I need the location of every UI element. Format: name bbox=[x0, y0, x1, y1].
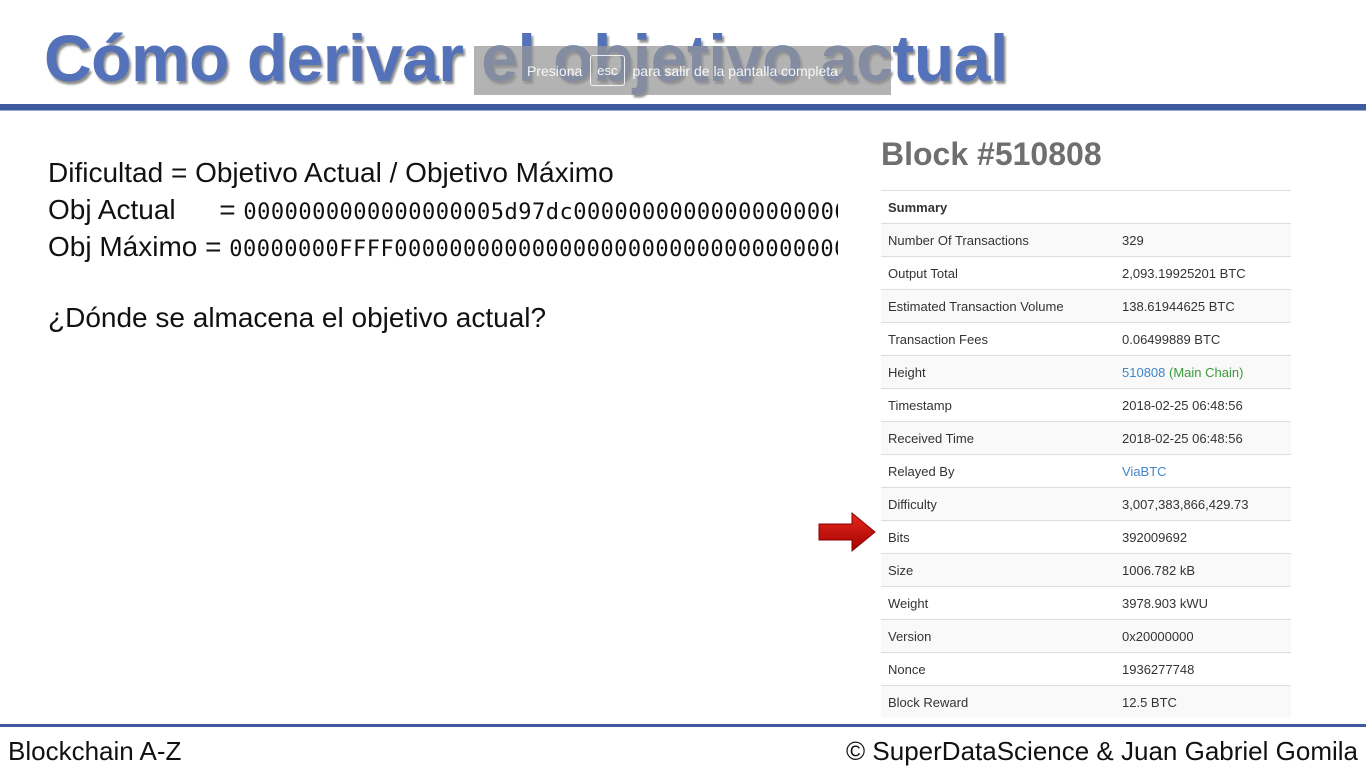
summary-header: Summary bbox=[881, 190, 1291, 224]
fullscreen-notice-after: para salir de la pantalla completa bbox=[632, 62, 838, 79]
row-label: Received Time bbox=[881, 421, 1115, 455]
formula-block: Dificultad = Objetivo Actual / Objetivo … bbox=[48, 154, 838, 265]
title-divider bbox=[0, 104, 1366, 111]
row-value: 138.61944625 BTC bbox=[1115, 289, 1291, 323]
max-target-label: Obj Máximo bbox=[48, 231, 198, 262]
row-value: 392009692 bbox=[1115, 520, 1291, 554]
row-label: Output Total bbox=[881, 256, 1115, 290]
row-label: Nonce bbox=[881, 652, 1115, 686]
max-target-value: 00000000FFFF0000000000000000000000000000… bbox=[229, 237, 838, 262]
table-row: Received Time 2018-02-25 06:48:56 bbox=[881, 421, 1291, 455]
main-chain-label: (Main Chain) bbox=[1169, 364, 1244, 380]
row-value: 2,093.19925201 BTC bbox=[1115, 256, 1291, 290]
row-value: 1006.782 kB bbox=[1115, 553, 1291, 587]
block-title: Block #510808 bbox=[881, 136, 1102, 172]
row-value: 329 bbox=[1115, 223, 1291, 257]
row-value: 0x20000000 bbox=[1115, 619, 1291, 653]
row-label: Timestamp bbox=[881, 388, 1115, 422]
row-label: Version bbox=[881, 619, 1115, 653]
block-summary-table: Summary Number Of Transactions 329 Output… bbox=[881, 190, 1291, 718]
max-target-line: Obj Máximo = 00000000FFFF000000000000000… bbox=[48, 228, 838, 265]
table-row: Weight 3978.903 kWU bbox=[881, 586, 1291, 620]
table-row: Number Of Transactions 329 bbox=[881, 223, 1291, 257]
row-label: Transaction Fees bbox=[881, 322, 1115, 356]
table-row: Height 510808 (Main Chain) bbox=[881, 355, 1291, 389]
table-row: Nonce 1936277748 bbox=[881, 652, 1291, 686]
table-row: Estimated Transaction Volume 138.61944625… bbox=[881, 289, 1291, 323]
current-target-value: 0000000000000000005d97dc0000000000000000… bbox=[243, 200, 838, 225]
row-label: Relayed By bbox=[881, 454, 1115, 488]
fullscreen-notice-before: Presiona bbox=[527, 62, 583, 79]
table-row: Timestamp 2018-02-25 06:48:56 bbox=[881, 388, 1291, 422]
row-value: 510808 (Main Chain) bbox=[1115, 355, 1291, 389]
copyright-text: © SuperDataScience & Juan Gabriel Gomila bbox=[846, 736, 1358, 766]
table-row: Bits 392009692 bbox=[881, 520, 1291, 554]
fullscreen-notice: Presiona esc para salir de la pantalla c… bbox=[474, 46, 891, 95]
height-link[interactable]: 510808 bbox=[1122, 365, 1165, 380]
relayed-by-link[interactable]: ViaBTC bbox=[1122, 464, 1167, 479]
table-row: Block Reward 12.5 BTC bbox=[881, 685, 1291, 718]
row-label: Number Of Transactions bbox=[881, 223, 1115, 257]
current-target-equals: = bbox=[219, 194, 236, 225]
table-row: Version 0x20000000 bbox=[881, 619, 1291, 653]
red-arrow-icon bbox=[818, 511, 876, 553]
row-label: Size bbox=[881, 553, 1115, 587]
max-target-equals: = bbox=[205, 231, 222, 262]
current-target-line: Obj Actual = 0000000000000000005d97dc000… bbox=[48, 191, 838, 228]
summary-header-row: Summary bbox=[881, 190, 1291, 224]
table-row: Size 1006.782 kB bbox=[881, 553, 1291, 587]
esc-key-badge: esc bbox=[590, 55, 625, 86]
row-label: Height bbox=[881, 355, 1115, 389]
row-label: Block Reward bbox=[881, 685, 1115, 718]
current-target-label: Obj Actual bbox=[48, 194, 176, 225]
difficulty-formula: Dificultad = Objetivo Actual / Objetivo … bbox=[48, 157, 614, 188]
row-value: 2018-02-25 06:48:56 bbox=[1115, 421, 1291, 455]
row-label: Estimated Transaction Volume bbox=[881, 289, 1115, 323]
footer-divider bbox=[0, 724, 1366, 727]
question-text: ¿Dónde se almacena el objetivo actual? bbox=[48, 302, 547, 333]
row-label: Bits bbox=[881, 520, 1115, 554]
table-row: Relayed By ViaBTC bbox=[881, 454, 1291, 488]
row-label: Weight bbox=[881, 586, 1115, 620]
row-value: 12.5 BTC bbox=[1115, 685, 1291, 718]
course-name: Blockchain A-Z bbox=[8, 736, 182, 766]
row-value: 2018-02-25 06:48:56 bbox=[1115, 388, 1291, 422]
row-value: 3978.903 kWU bbox=[1115, 586, 1291, 620]
row-value: 0.06499889 BTC bbox=[1115, 322, 1291, 356]
row-label: Difficulty bbox=[881, 487, 1115, 521]
row-value: 3,007,383,866,429.73 bbox=[1115, 487, 1291, 521]
row-value: 1936277748 bbox=[1115, 652, 1291, 686]
table-row: Difficulty 3,007,383,866,429.73 bbox=[881, 487, 1291, 521]
row-value: ViaBTC bbox=[1115, 454, 1291, 488]
table-row: Output Total 2,093.19925201 BTC bbox=[881, 256, 1291, 290]
table-row: Transaction Fees 0.06499889 BTC bbox=[881, 322, 1291, 356]
